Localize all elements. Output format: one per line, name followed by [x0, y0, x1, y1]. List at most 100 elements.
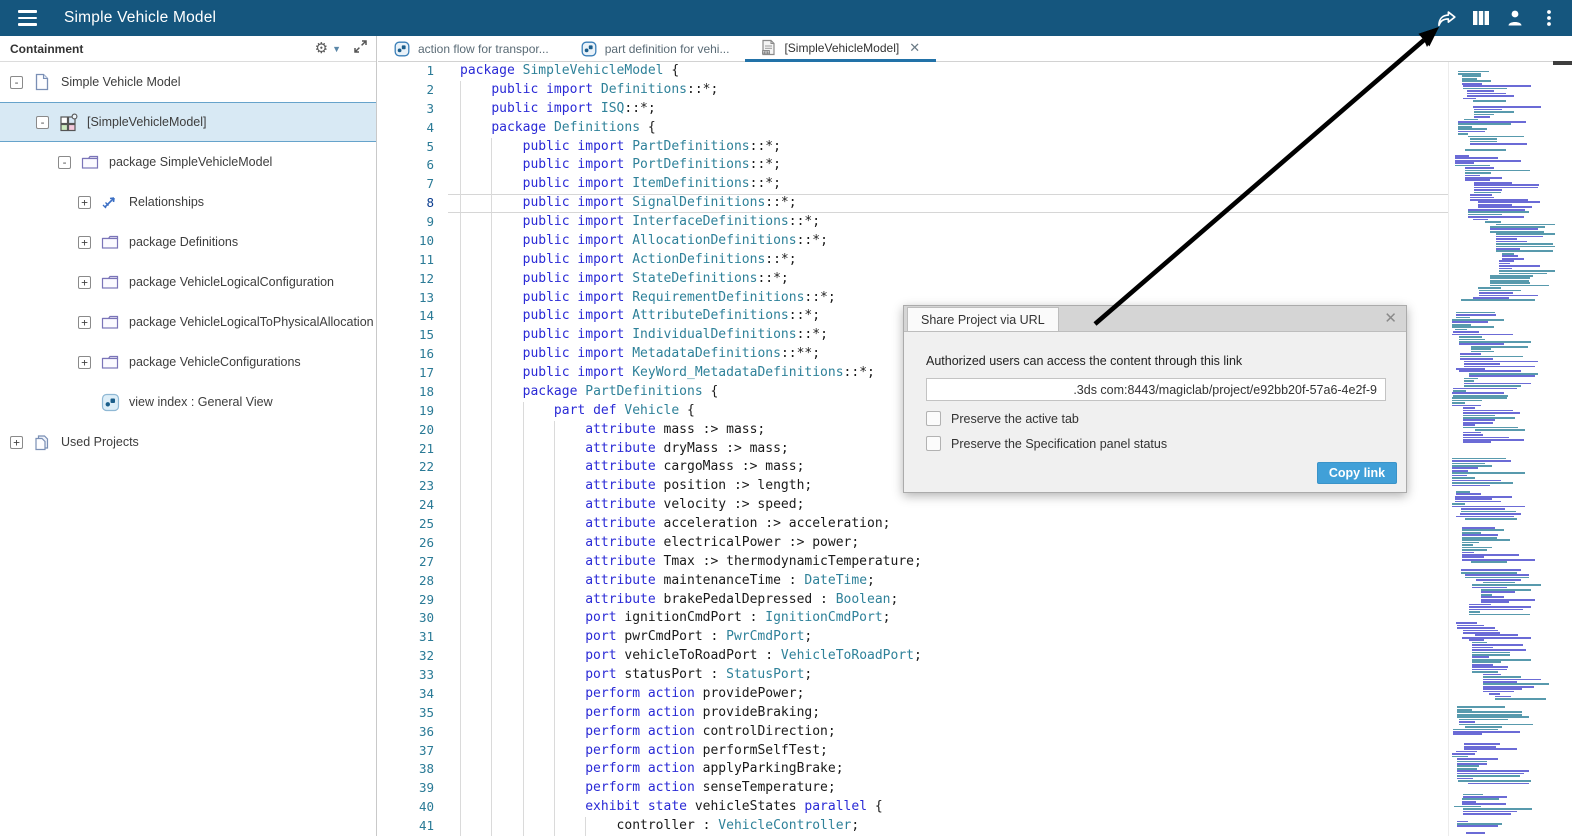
tree-item[interactable]: - [SimpleVehicleModel] [0, 102, 376, 142]
line-number: 37 [418, 742, 434, 758]
minimap-line [1467, 213, 1502, 216]
share-dialog-title: Share Project via URL [907, 307, 1059, 331]
editor-tab[interactable]: part definition for vehi... [565, 36, 746, 62]
user-button[interactable] [1498, 0, 1532, 36]
minimap-line [1464, 576, 1530, 579]
line-number: 3 [426, 100, 434, 116]
minimap-line [1498, 260, 1515, 262]
code-line: 25 attribute acceleration :> acceleratio… [378, 515, 1448, 534]
minimap-line [1481, 589, 1531, 591]
share-button[interactable] [1430, 0, 1464, 36]
minimap-line [1471, 656, 1489, 659]
minimap-line [1469, 138, 1497, 140]
editor-minimap[interactable] [1448, 62, 1561, 836]
copy-link-button[interactable]: Copy link [1317, 462, 1397, 484]
scrollbar-thumb[interactable] [1553, 61, 1572, 65]
minimap-line [1496, 248, 1520, 250]
close-tab-icon[interactable]: ✕ [909, 40, 920, 56]
line-number: 20 [418, 421, 434, 437]
minimap-line [1471, 651, 1511, 654]
tree-item[interactable]: + Used Projects [0, 422, 376, 462]
minimap-line [1464, 118, 1478, 121]
share-link-description: Authorized users can access the content … [926, 354, 1243, 368]
minimap-line [1462, 416, 1516, 419]
tree-item[interactable]: + package VehicleLogicalConfiguration [0, 262, 376, 302]
apps-grid-button[interactable] [1464, 0, 1498, 36]
editor-tab[interactable]: action flow for transpor... [378, 36, 565, 62]
minimap-line [1453, 733, 1483, 736]
close-icon[interactable]: ✕ [1384, 308, 1397, 329]
chevron-down-icon[interactable]: ▼ [332, 44, 341, 54]
editor-tab[interactable]: TXT [SimpleVehicleModel] ✕ [745, 36, 937, 62]
minimap-line [1464, 360, 1538, 363]
tree-item[interactable]: + package Definitions [0, 222, 376, 262]
minimap-line [1462, 431, 1482, 434]
tree-item-label: package Definitions [129, 235, 239, 249]
minimap-line [1461, 549, 1487, 551]
minimap-line [1461, 536, 1498, 539]
expand-toggle-icon[interactable]: + [78, 355, 91, 369]
minimap-line [1456, 762, 1488, 765]
tree-item[interactable]: - package SimpleVehicleModel [0, 142, 376, 182]
minimap-line [1502, 255, 1519, 258]
minimap-line [1458, 125, 1473, 128]
minimap-line [1460, 299, 1535, 302]
expand-toggle-icon[interactable]: + [10, 435, 23, 449]
code-line: 36 perform action controlDirection; [378, 722, 1448, 742]
tree-item[interactable]: - Simple Vehicle Model [0, 62, 376, 102]
share-dialog-header[interactable]: Share Project via URL ✕ [904, 306, 1406, 332]
minimap-line [1463, 629, 1498, 632]
gear-icon[interactable]: ⚙ [315, 41, 328, 56]
text-doc-icon: TXT [761, 39, 776, 56]
code-text: part def Vehicle { [553, 402, 695, 418]
minimap-line [1473, 106, 1542, 108]
minimap-line [1489, 284, 1549, 287]
minimap-line [1469, 199, 1529, 201]
minimap-line [1462, 424, 1475, 426]
minimap-line [1481, 601, 1510, 603]
minimap-line [1469, 375, 1536, 377]
code-text: attribute maintenanceTime : DateTime; [585, 572, 875, 588]
line-number: 29 [418, 591, 434, 607]
code-text: public import InterfaceDefinitions::*; [522, 214, 821, 229]
containment-panel-header: Containment ⚙ ▼ [0, 36, 376, 62]
code-text: public import IndividualDefinitions::*; [522, 327, 828, 343]
minimap-line [1461, 80, 1491, 83]
tree-item[interactable]: + Relationships [0, 182, 376, 222]
minimap-line [1471, 641, 1488, 644]
expand-toggle-icon[interactable]: + [78, 195, 91, 209]
minimap-line [1452, 394, 1508, 397]
checkbox[interactable] [926, 436, 941, 451]
minimap-line [1462, 810, 1517, 813]
minimap-line [1462, 414, 1496, 417]
expand-toggle-icon[interactable]: + [78, 275, 91, 289]
tree-item[interactable]: view index : General View [0, 382, 376, 422]
tree-item[interactable]: + package VehicleConfigurations [0, 342, 376, 382]
collapse-toggle-icon[interactable]: - [36, 115, 49, 129]
minimap-line [1452, 484, 1490, 487]
minimap-line [1468, 613, 1531, 616]
minimap-line [1456, 765, 1479, 768]
line-number: 2 [426, 81, 434, 97]
minimap-line [1458, 343, 1505, 346]
minimap-line [1464, 174, 1480, 177]
minimap-line [1478, 292, 1514, 294]
more-menu-button[interactable] [1532, 0, 1566, 36]
code-text: controller : VehicleController; [616, 818, 860, 833]
menu-icon[interactable] [18, 8, 44, 28]
collapse-toggle-icon[interactable]: - [58, 155, 71, 169]
checkbox[interactable] [926, 411, 941, 426]
line-number: 36 [418, 723, 434, 739]
expand-toggle-icon[interactable]: + [78, 315, 91, 329]
minimap-line [1462, 97, 1477, 100]
minimap-line [1465, 726, 1502, 728]
tree-item[interactable]: + package VehicleLogicalToPhysicalAllocat… [0, 302, 376, 342]
minimap-line [1458, 128, 1488, 131]
minimap-line [1452, 472, 1526, 475]
collapse-toggle-icon[interactable]: - [10, 75, 23, 89]
tree-item-label: package SimpleVehicleModel [109, 155, 273, 169]
share-url-input[interactable] [926, 378, 1386, 401]
minimap-line [1461, 531, 1481, 534]
expand-panel-icon[interactable] [353, 39, 368, 59]
expand-toggle-icon[interactable]: + [78, 235, 91, 249]
